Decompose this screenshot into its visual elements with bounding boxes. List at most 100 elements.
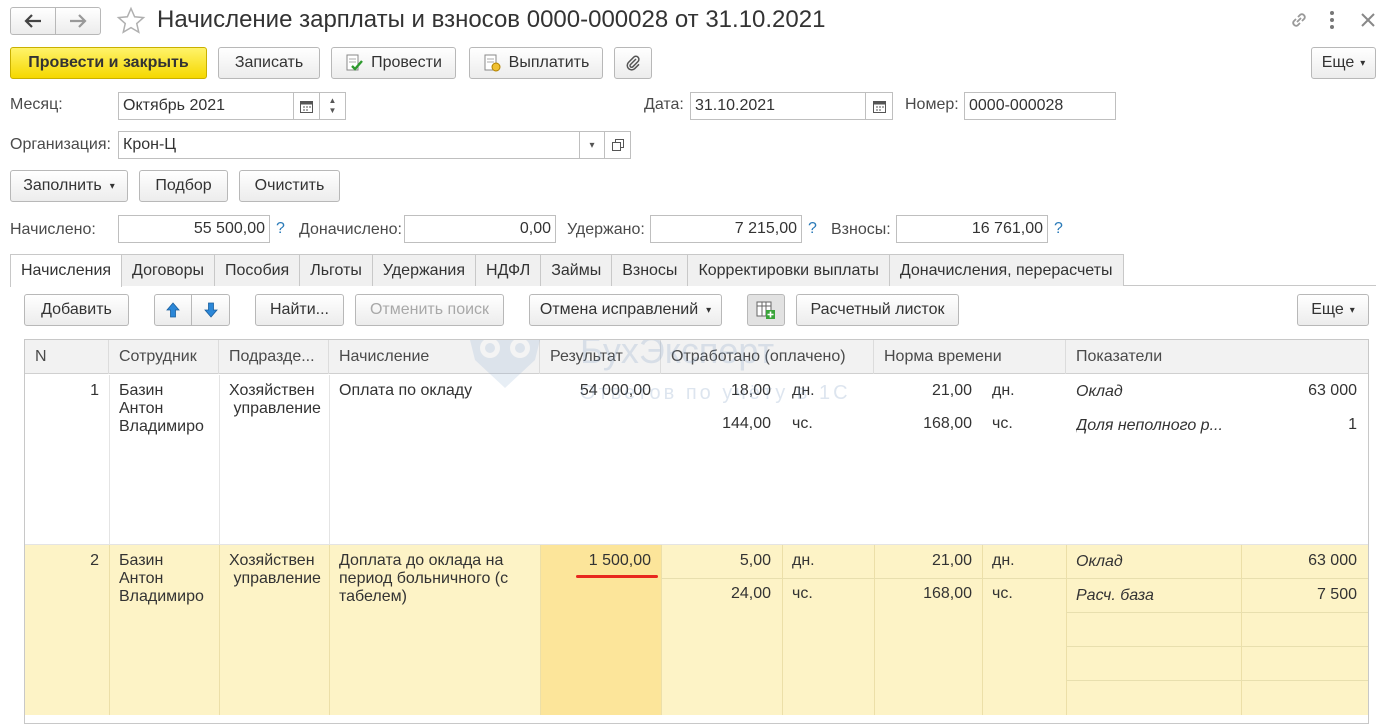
month-stepper[interactable]: ▲ ▼ <box>319 92 346 120</box>
pay-document-icon <box>483 54 501 72</box>
column-header-n[interactable]: N <box>25 340 109 374</box>
calendar-icon <box>872 100 886 113</box>
close-icon[interactable] <box>1360 10 1376 30</box>
norm-days-cell: 21,00 <box>931 382 972 399</box>
norm-days-unit: дн. <box>992 552 1015 569</box>
column-divider <box>329 375 330 545</box>
contributions-label: Взносы: <box>831 221 891 238</box>
worked-days-unit: дн. <box>792 382 815 399</box>
grid-more-button[interactable]: Еще ▾ <box>1297 294 1369 326</box>
tab-bar: Начисления Договоры Пособия Льготы Удерж… <box>10 254 1124 287</box>
stepper-down-icon[interactable]: ▼ <box>329 106 337 116</box>
column-divider <box>1066 545 1067 715</box>
save-button[interactable]: Записать <box>218 47 320 79</box>
norm-hours-cell: 168,00 <box>923 585 972 602</box>
dropdown-arrow-icon: ▾ <box>1349 304 1355 316</box>
tab-loans[interactable]: Займы <box>540 254 613 286</box>
table-header: N Сотрудник Подразде... Начисление Резул… <box>25 340 1368 374</box>
month-calendar-button[interactable] <box>293 92 320 120</box>
post-document-icon <box>345 54 364 72</box>
link-icon[interactable] <box>1289 10 1309 30</box>
pay-button-label: Выплатить <box>508 54 590 71</box>
employee-cell: Базин Антон Владимиро <box>119 382 204 435</box>
cancel-search-button[interactable]: Отменить поиск <box>355 294 504 326</box>
move-up-button[interactable] <box>154 294 192 326</box>
dropdown-arrow-icon: ▾ <box>589 139 595 151</box>
paperclip-icon <box>625 54 641 72</box>
indicator-name: Оклад <box>1076 553 1123 570</box>
forward-button[interactable] <box>55 7 101 35</box>
tab-privileges[interactable]: Льготы <box>299 254 373 286</box>
organization-dropdown-button[interactable]: ▾ <box>579 131 605 159</box>
date-label: Дата: <box>644 96 684 113</box>
norm-days-unit: дн. <box>992 382 1015 399</box>
stepper-up-icon[interactable]: ▲ <box>329 96 337 106</box>
tab-ndfl[interactable]: НДФЛ <box>475 254 542 286</box>
organization-open-button[interactable] <box>604 131 631 159</box>
star-icon[interactable] <box>116 6 146 36</box>
column-header-indicators[interactable]: Показатели <box>1066 340 1368 374</box>
tab-contracts[interactable]: Договоры <box>121 254 215 286</box>
fill-button[interactable]: Заполнить ▾ <box>10 170 128 202</box>
back-button[interactable] <box>10 7 56 35</box>
department-cell: Хозяйствен управление <box>229 382 321 417</box>
accrued-help-icon[interactable]: ? <box>276 220 285 238</box>
norm-hours-unit: чс. <box>992 585 1013 602</box>
more-button-label: Еще <box>1321 54 1355 71</box>
worked-hours-unit: чс. <box>792 415 813 432</box>
add-row-button[interactable]: Добавить <box>24 294 129 326</box>
date-calendar-button[interactable] <box>865 92 893 120</box>
column-header-norm[interactable]: Норма времени <box>874 340 1066 374</box>
pay-button[interactable]: Выплатить <box>469 47 603 79</box>
tab-benefits[interactable]: Пособия <box>213 254 301 286</box>
clear-button[interactable]: Очистить <box>239 170 340 202</box>
column-header-employee[interactable]: Сотрудник <box>109 340 219 374</box>
number-field[interactable]: 0000-000028 <box>964 92 1116 120</box>
kebab-menu-icon[interactable] <box>1328 10 1336 30</box>
post-and-close-button[interactable]: Провести и закрыть <box>10 47 207 79</box>
find-button[interactable]: Найти... <box>255 294 344 326</box>
column-divider <box>1241 545 1242 715</box>
post-button-label: Провести <box>371 54 442 71</box>
indicator-value: 1 <box>1348 416 1357 433</box>
cancel-corrections-label: Отмена исправлений <box>539 301 699 318</box>
withheld-help-icon[interactable]: ? <box>808 220 817 238</box>
column-header-result[interactable]: Результат <box>540 340 661 374</box>
organization-label: Организация: <box>10 136 111 153</box>
column-divider <box>982 545 983 715</box>
tab-deductions[interactable]: Удержания <box>371 254 477 286</box>
column-header-worked[interactable]: Отработано (оплачено) <box>661 340 874 374</box>
worked-days-unit: дн. <box>792 552 815 569</box>
column-divider <box>874 545 875 715</box>
extra-accrued-label: Доначислено: <box>299 221 402 238</box>
subrow-divider <box>1066 646 1368 647</box>
table-row[interactable]: 1 Базин Антон Владимиро Хозяйствен управ… <box>25 375 1368 545</box>
column-divider <box>109 545 110 715</box>
date-field[interactable]: 31.10.2021 <box>690 92 866 120</box>
tab-contributions[interactable]: Взносы <box>611 254 689 286</box>
column-divider <box>329 545 330 715</box>
result-cell[interactable]: 1 500,00 <box>540 552 651 570</box>
move-down-button[interactable] <box>191 294 230 326</box>
tab-recalculations[interactable]: Доначисления, перерасчеты <box>888 254 1124 286</box>
worked-days-cell: 5,00 <box>739 552 771 569</box>
fill-button-label: Заполнить <box>23 177 102 194</box>
payslip-button[interactable]: Расчетный листок <box>796 294 959 326</box>
attach-button[interactable] <box>614 47 652 79</box>
more-button[interactable]: Еще ▾ <box>1311 47 1376 79</box>
select-button[interactable]: Подбор <box>139 170 228 202</box>
table-settings-button[interactable] <box>747 294 785 326</box>
tab-accruals[interactable]: Начисления <box>10 254 123 287</box>
column-header-department[interactable]: Подразде... <box>219 340 329 374</box>
post-button[interactable]: Провести <box>331 47 456 79</box>
tab-payment-adjustments[interactable]: Корректировки выплаты <box>687 254 890 286</box>
calendar-icon <box>300 100 313 113</box>
row-number: 1 <box>90 382 99 399</box>
worked-days-cell: 18,00 <box>730 382 771 399</box>
contributions-help-icon[interactable]: ? <box>1054 220 1063 238</box>
worked-hours-cell: 24,00 <box>730 585 771 602</box>
month-field[interactable]: Октябрь 2021 <box>118 92 294 120</box>
organization-field[interactable]: Крон-Ц <box>118 131 580 159</box>
cancel-corrections-button[interactable]: Отмена исправлений ▾ <box>529 294 722 326</box>
table-row-selected[interactable]: 2 Базин Антон Владимиро Хозяйствен управ… <box>25 545 1368 715</box>
